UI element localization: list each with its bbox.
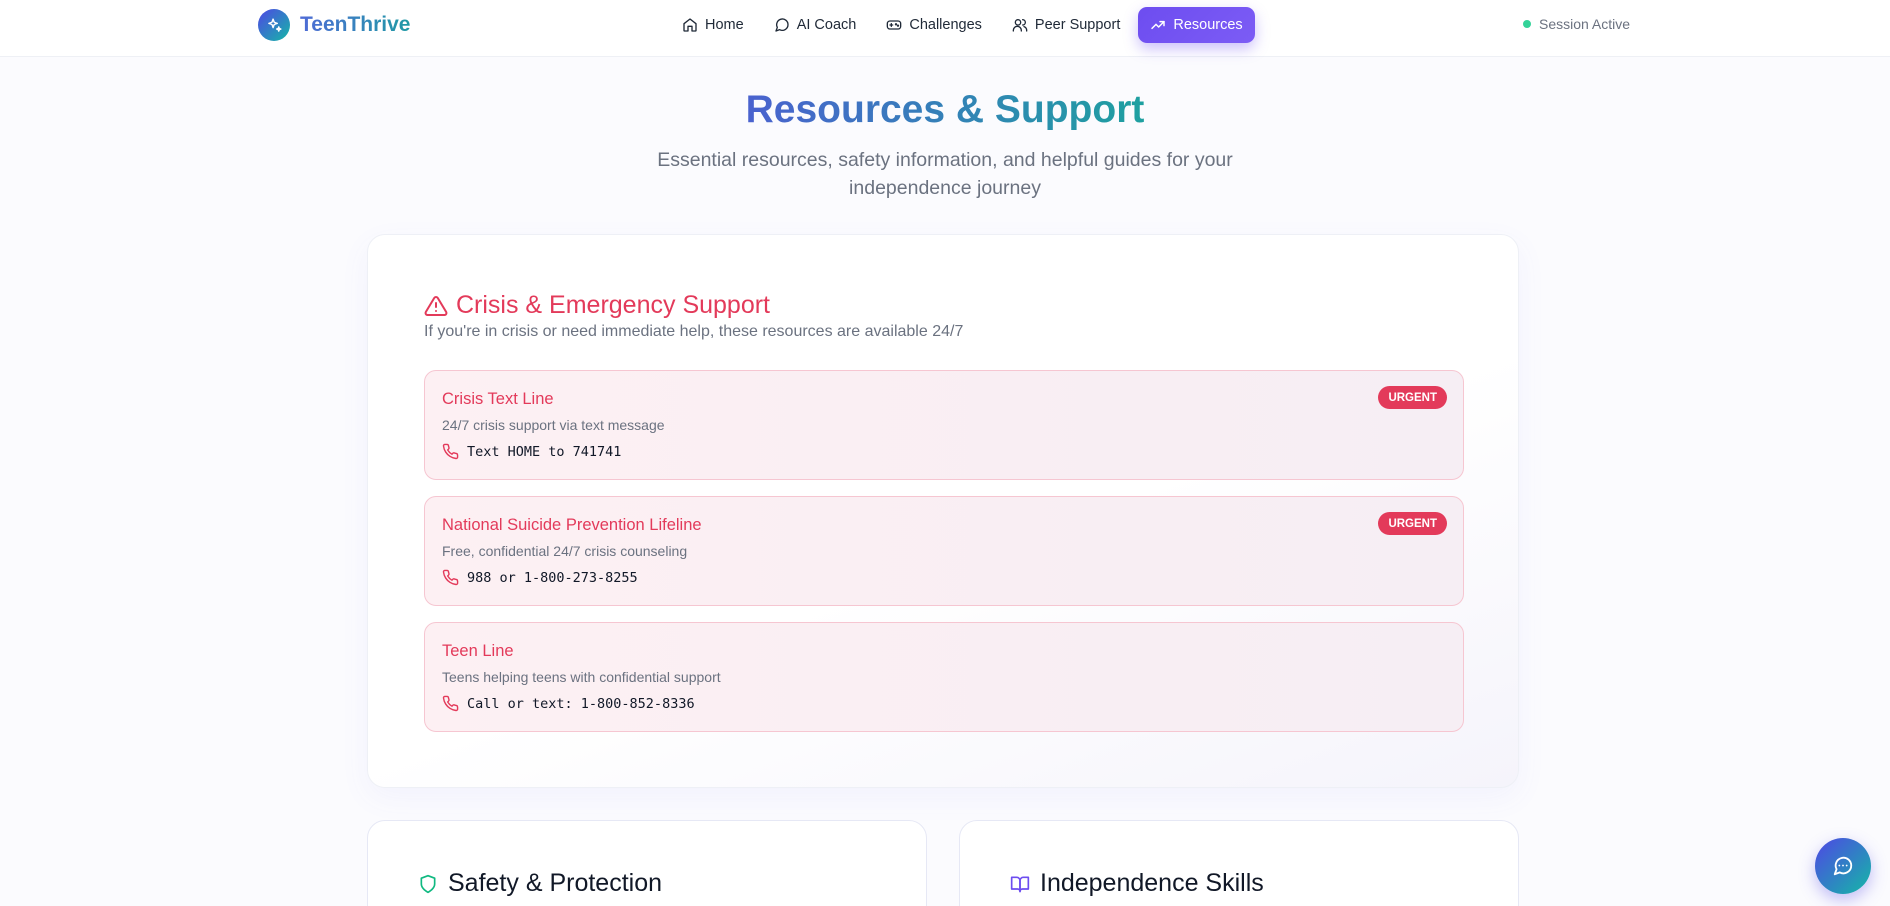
nav-ai-coach-label: AI Coach xyxy=(796,17,857,33)
top-nav-bar: TeenThrive Home AI Coach Challenges Peer… xyxy=(0,0,1890,57)
chat-fab-button[interactable] xyxy=(1815,838,1871,894)
urgent-badge: URGENT xyxy=(1378,386,1447,409)
nav-ai-coach[interactable]: AI Coach xyxy=(762,7,869,43)
phone-icon xyxy=(442,443,459,460)
resource-item-suicide-prevention-lifeline[interactable]: National Suicide Prevention Lifeline URG… xyxy=(424,496,1464,606)
resource-contact[interactable]: Text HOME to 741741 xyxy=(442,443,621,460)
nav-challenges[interactable]: Challenges xyxy=(874,7,994,43)
urgent-badge: URGENT xyxy=(1378,512,1447,535)
resource-description: 24/7 crisis support via text message xyxy=(442,417,665,433)
crisis-description: If you're in crisis or need immediate he… xyxy=(424,323,964,340)
section-title: Independence Skills xyxy=(1040,869,1264,897)
chat-bubble-icon xyxy=(775,18,789,32)
gamepad-icon xyxy=(887,20,902,30)
resource-item-crisis-text-line[interactable]: Crisis Text Line URGENT 24/7 crisis supp… xyxy=(424,370,1464,480)
nav-home-label: Home xyxy=(705,17,744,33)
page-subtitle: Essential resources, safety information,… xyxy=(657,149,1233,199)
crisis-heading: Crisis & Emergency Support xyxy=(424,291,770,320)
resource-description: Teens helping teens with confidential su… xyxy=(442,669,721,685)
independence-heading: Independence Skills xyxy=(1010,869,1264,898)
message-circle-icon xyxy=(1833,856,1853,876)
trending-up-icon xyxy=(1151,20,1166,30)
phone-icon xyxy=(442,695,459,712)
session-status: Session Active xyxy=(1523,16,1630,32)
alert-triangle-icon xyxy=(424,295,448,316)
phone-icon xyxy=(442,569,459,586)
users-icon xyxy=(1012,19,1028,32)
resource-name: National Suicide Prevention Lifeline xyxy=(442,516,702,534)
brand-logo[interactable]: TeenThrive xyxy=(258,9,410,41)
resource-contact-text: Text HOME to 741741 xyxy=(467,443,622,460)
resource-contact[interactable]: 988 or 1-800-273-8255 xyxy=(442,569,638,586)
home-icon xyxy=(683,18,697,32)
resource-contact-text: 988 or 1-800-273-8255 xyxy=(467,569,638,586)
nav-resources-label: Resources xyxy=(1173,17,1243,33)
resource-contact-text: Call or text: 1-800-852-8336 xyxy=(467,695,695,712)
page-title: Resources & Support xyxy=(745,88,1145,131)
crisis-title: Crisis & Emergency Support xyxy=(456,291,771,319)
nav-home[interactable]: Home xyxy=(670,7,756,43)
nav-challenges-label: Challenges xyxy=(909,17,982,33)
independence-skills-card: Independence Skills xyxy=(959,820,1519,906)
resource-name: Crisis Text Line xyxy=(442,390,554,408)
resource-description: Free, confidential 24/7 crisis counselin… xyxy=(442,543,688,559)
nav-resources[interactable]: Resources xyxy=(1138,7,1255,43)
status-dot xyxy=(1523,20,1531,28)
resource-item-teen-line[interactable]: Teen Line Teens helping teens with confi… xyxy=(424,622,1464,732)
shield-icon xyxy=(420,874,436,893)
nav-peer-support[interactable]: Peer Support xyxy=(1000,7,1132,43)
safety-protection-card: Safety & Protection xyxy=(367,820,927,906)
resource-contact[interactable]: Call or text: 1-800-852-8336 xyxy=(442,695,695,712)
brand-name: TeenThrive xyxy=(300,13,411,36)
safety-heading: Safety & Protection xyxy=(418,869,662,898)
resource-name: Teen Line xyxy=(442,642,514,660)
session-status-label: Session Active xyxy=(1539,16,1631,32)
crisis-support-card: Crisis & Emergency Support If you're in … xyxy=(367,234,1519,788)
main-nav: Home AI Coach Challenges Peer Support Re… xyxy=(670,7,1255,43)
nav-peer-support-label: Peer Support xyxy=(1034,17,1121,33)
book-open-icon xyxy=(1010,876,1030,892)
sparkles-icon xyxy=(258,9,290,41)
section-title: Safety & Protection xyxy=(448,869,663,897)
